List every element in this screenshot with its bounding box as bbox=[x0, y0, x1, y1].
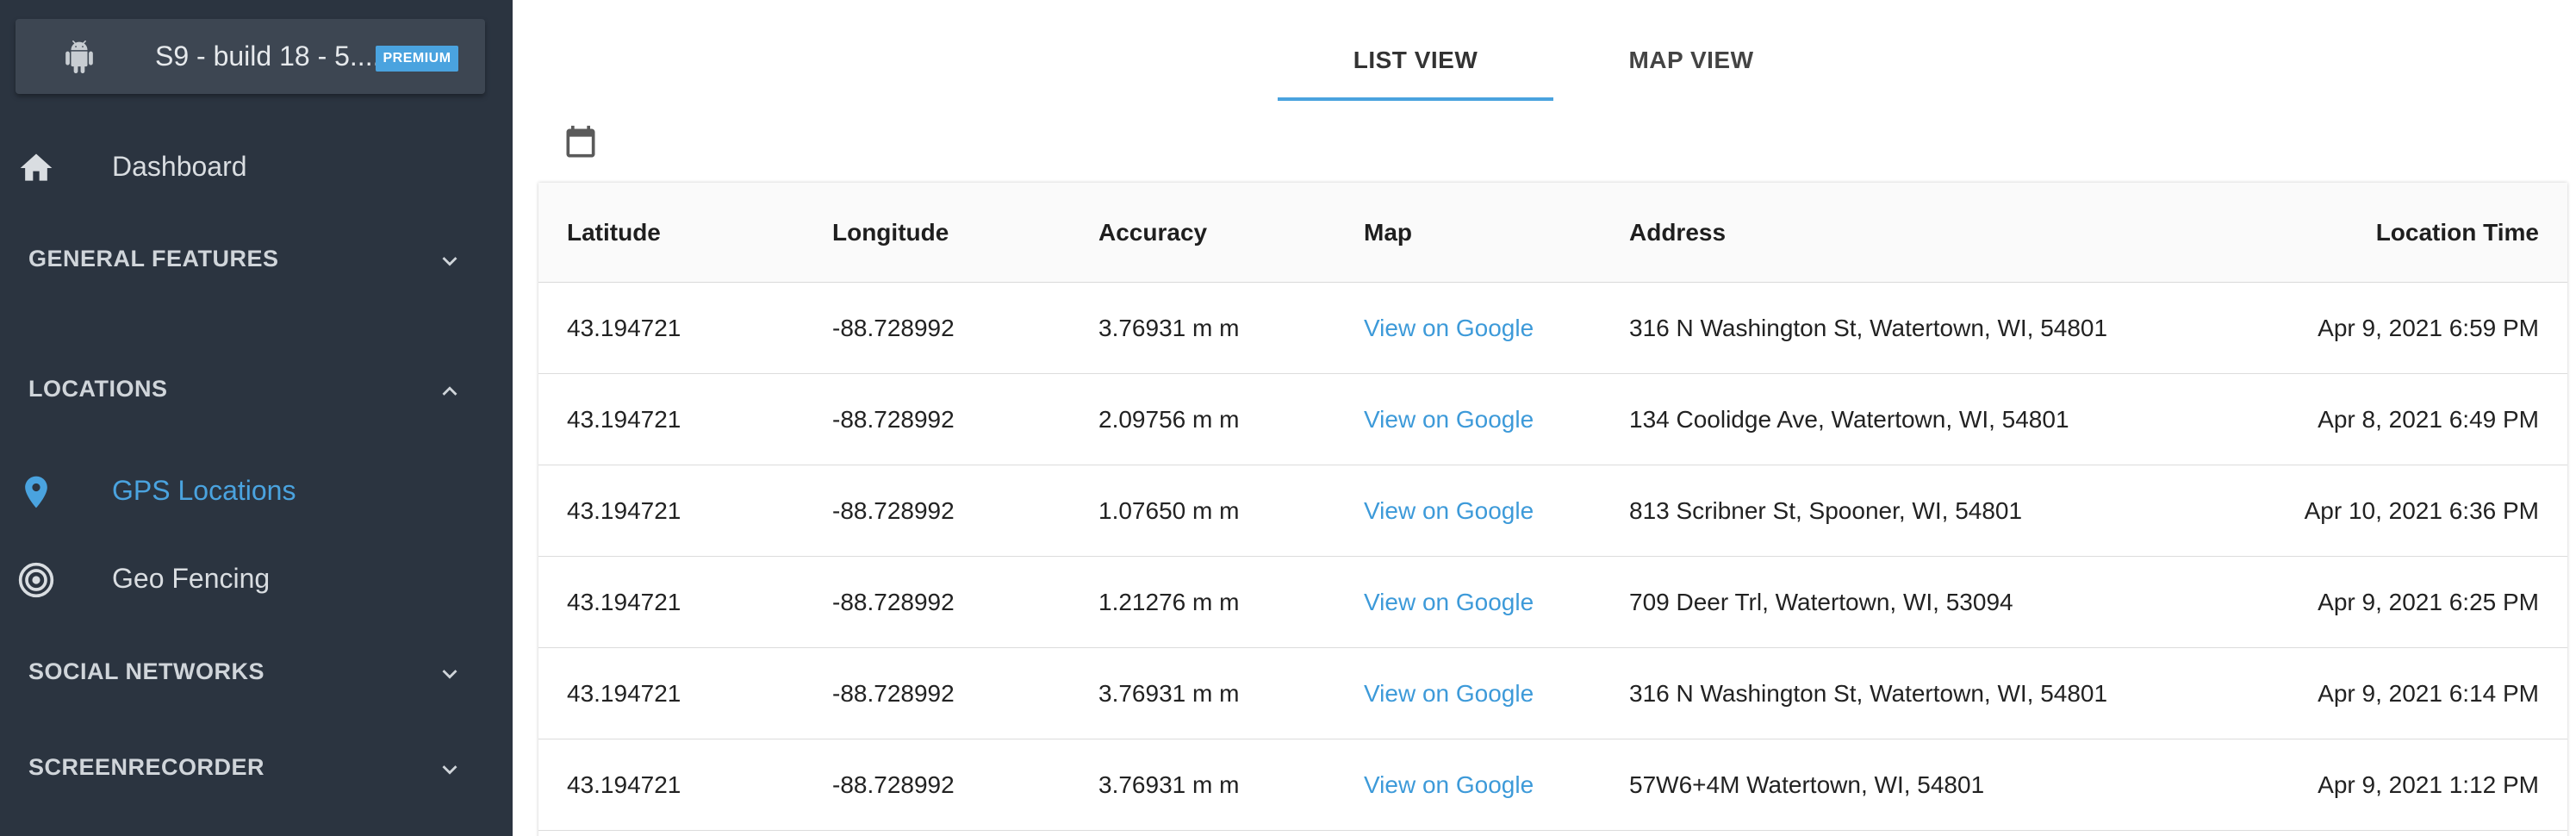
cell-accuracy: 3.76931 m m bbox=[1098, 315, 1240, 341]
header-address[interactable]: Address bbox=[1629, 183, 1726, 283]
table-row: 43.194721 -88.728992 1.07650 m m View on… bbox=[538, 465, 2567, 557]
view-on-google-link[interactable]: View on Google bbox=[1364, 465, 1534, 557]
header-location-time[interactable]: Location Time bbox=[2376, 183, 2539, 283]
header-map: Map bbox=[1364, 219, 1412, 246]
view-on-google-link[interactable]: View on Google bbox=[1364, 283, 1534, 374]
cell-location-time: Apr 10, 2021 6:36 PM bbox=[2304, 497, 2539, 524]
sidebar-item-label: GPS Locations bbox=[112, 475, 296, 506]
sidebar-item-gps-locations[interactable]: GPS Locations bbox=[0, 456, 513, 525]
sidebar-item-label: Dashboard bbox=[112, 151, 247, 182]
header-latitude[interactable]: Latitude bbox=[567, 183, 661, 283]
view-on-google-link[interactable]: View on Google bbox=[1364, 374, 1534, 465]
section-label: SOCIAL NETWORKS bbox=[28, 658, 265, 684]
cell-longitude: -88.728992 bbox=[832, 771, 955, 798]
table-row: 43.194721 -88.728992 2.09756 m m View on… bbox=[538, 374, 2567, 465]
sidebar-item-dashboard[interactable]: Dashboard bbox=[0, 132, 513, 201]
chevron-down-icon bbox=[442, 257, 457, 266]
tab-list-view[interactable]: LIST VIEW bbox=[1278, 26, 1553, 103]
cell-address: 57W6+4M Watertown, WI, 54801 bbox=[1629, 771, 1985, 798]
cell-accuracy: 3.76931 m m bbox=[1098, 680, 1240, 707]
target-icon bbox=[18, 562, 54, 598]
sidebar-item-geo-fencing[interactable]: Geo Fencing bbox=[0, 544, 513, 613]
cell-longitude: -88.728992 bbox=[832, 680, 955, 707]
cell-latitude: 43.194721 bbox=[567, 680, 681, 707]
cell-accuracy: 2.09756 m m bbox=[1098, 406, 1240, 433]
cell-address: 709 Deer Trl, Watertown, WI, 53094 bbox=[1629, 589, 2013, 615]
cell-latitude: 43.194721 bbox=[567, 771, 681, 798]
home-icon bbox=[20, 153, 53, 181]
cell-accuracy: 3.76931 m m bbox=[1098, 771, 1240, 798]
cell-longitude: -88.728992 bbox=[832, 497, 955, 524]
device-selector[interactable]: S9 - build 18 - 5.... PREMIUM bbox=[16, 19, 485, 94]
cell-location-time: Apr 9, 2021 6:14 PM bbox=[2318, 680, 2539, 707]
table-row: 43.194721 -88.728992 1.21276 m m View on… bbox=[538, 557, 2567, 648]
cell-latitude: 43.194721 bbox=[567, 497, 681, 524]
sidebar: S9 - build 18 - 5.... PREMIUM Dashboard … bbox=[0, 0, 513, 836]
header-accuracy[interactable]: Accuracy bbox=[1098, 183, 1207, 283]
cell-latitude: 43.194721 bbox=[567, 315, 681, 341]
view-on-google-link[interactable]: View on Google bbox=[1364, 557, 1534, 648]
view-on-google-link[interactable]: View on Google bbox=[1364, 648, 1534, 739]
cell-location-time: Apr 9, 2021 6:25 PM bbox=[2318, 589, 2539, 615]
cell-location-time: Apr 9, 2021 1:12 PM bbox=[2318, 771, 2539, 798]
chevron-down-icon bbox=[442, 765, 457, 775]
cell-longitude: -88.728992 bbox=[832, 406, 955, 433]
locations-table: Latitude Longitude Accuracy Map Address … bbox=[538, 183, 2567, 836]
cell-address: 316 N Washington St, Watertown, WI, 5480… bbox=[1629, 315, 2108, 341]
premium-badge: PREMIUM bbox=[376, 46, 458, 72]
section-screenrecorder[interactable]: SCREENRECORDER bbox=[0, 733, 513, 802]
cell-latitude: 43.194721 bbox=[567, 406, 681, 433]
section-label: LOCATIONS bbox=[28, 376, 168, 402]
section-general-features[interactable]: GENERAL FEATURES bbox=[0, 224, 513, 293]
android-icon bbox=[65, 41, 93, 73]
section-label: GENERAL FEATURES bbox=[28, 246, 279, 271]
device-name: S9 - build 18 - 5.... bbox=[155, 41, 381, 72]
cell-accuracy: 1.07650 m m bbox=[1098, 497, 1240, 524]
cell-longitude: -88.728992 bbox=[832, 315, 955, 341]
cell-location-time: Apr 9, 2021 6:59 PM bbox=[2318, 315, 2539, 341]
cell-accuracy: 1.21276 m m bbox=[1098, 589, 1240, 615]
cell-longitude: -88.728992 bbox=[832, 589, 955, 615]
view-on-google-link[interactable]: View on Google bbox=[1364, 739, 1534, 831]
cell-address: 813 Scribner St, Spooner, WI, 54801 bbox=[1629, 497, 2023, 524]
section-locations[interactable]: LOCATIONS bbox=[0, 354, 513, 423]
cell-address: 316 N Washington St, Watertown, WI, 5480… bbox=[1629, 680, 2108, 707]
cell-latitude: 43.194721 bbox=[567, 589, 681, 615]
table-row: 43.194721 -88.728992 3.76931 m m View on… bbox=[538, 283, 2567, 374]
table-row: 43.194721 -88.728992 3.76931 m m View on… bbox=[538, 739, 2567, 831]
calendar-icon[interactable] bbox=[562, 122, 600, 164]
table-row: 43.194721 -88.728992 3.76931 m m View on… bbox=[538, 648, 2567, 739]
table-header: Latitude Longitude Accuracy Map Address … bbox=[538, 183, 2567, 283]
header-longitude[interactable]: Longitude bbox=[832, 183, 949, 283]
section-label: SCREENRECORDER bbox=[28, 754, 265, 780]
location-pin-icon bbox=[25, 476, 47, 508]
sidebar-item-label: Geo Fencing bbox=[112, 563, 271, 594]
cell-address: 134 Coolidge Ave, Watertown, WI, 54801 bbox=[1629, 406, 2069, 433]
tab-map-view[interactable]: MAP VIEW bbox=[1553, 26, 1829, 103]
chevron-down-icon bbox=[442, 670, 457, 679]
section-social-networks[interactable]: SOCIAL NETWORKS bbox=[0, 637, 513, 706]
chevron-up-icon bbox=[442, 386, 457, 396]
cell-location-time: Apr 8, 2021 6:49 PM bbox=[2318, 406, 2539, 433]
